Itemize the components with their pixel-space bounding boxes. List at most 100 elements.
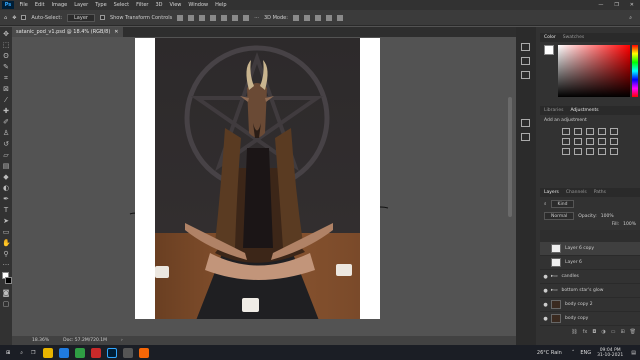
layer-row[interactable]: ● ▸▭ bottom star's glow — [540, 284, 640, 298]
brush-settings-icon[interactable] — [521, 71, 530, 79]
tab-channels[interactable]: Channels — [566, 190, 587, 195]
menu-layer[interactable]: Layer — [71, 2, 92, 8]
mask-icon[interactable]: ◘ — [592, 329, 596, 338]
close-tab-icon[interactable]: ✕ — [114, 29, 118, 35]
healing-tool-icon[interactable]: ✚ — [2, 107, 10, 115]
align-left-icon[interactable] — [177, 14, 184, 21]
align-center-icon[interactable] — [188, 14, 195, 21]
path-select-icon[interactable]: ➤ — [2, 217, 10, 225]
zoom-level[interactable]: 18.36% — [32, 338, 49, 343]
rectangle-tool-icon[interactable]: ▭ — [2, 228, 10, 236]
group-icon[interactable]: ▭ — [611, 329, 616, 338]
auto-select-checkbox[interactable] — [21, 15, 27, 20]
3d-scale-icon[interactable] — [336, 14, 343, 21]
photo-filter-icon[interactable] — [598, 138, 606, 145]
crop-tool-icon[interactable]: ⌗ — [2, 74, 10, 82]
eraser-tool-icon[interactable]: ▱ — [2, 151, 10, 159]
marquee-tool-icon[interactable]: ⬚ — [2, 41, 10, 49]
posterize-icon[interactable] — [574, 148, 582, 155]
align-bottom-icon[interactable] — [232, 14, 239, 21]
type-tool-icon[interactable]: T — [2, 206, 10, 214]
vibrance-icon[interactable] — [610, 128, 618, 135]
tray-chevron-icon[interactable]: ˄ — [572, 350, 575, 356]
layer-row-partial[interactable] — [540, 230, 640, 242]
app-icon[interactable] — [138, 347, 149, 358]
more-tools-icon[interactable]: ··· — [2, 261, 10, 269]
app-icon[interactable] — [74, 347, 85, 358]
curves-icon[interactable] — [586, 128, 594, 135]
levels-icon[interactable] — [574, 128, 582, 135]
maximize-button[interactable]: ❐ — [614, 2, 618, 8]
move-tool-icon[interactable]: ✥ — [12, 15, 16, 21]
quick-select-tool-icon[interactable]: ✎ — [2, 63, 10, 71]
menu-type[interactable]: Type — [92, 2, 110, 8]
new-layer-icon[interactable]: ⊞ — [620, 329, 624, 338]
menu-edit[interactable]: Edit — [31, 2, 48, 8]
tab-paths[interactable]: Paths — [594, 190, 606, 195]
menu-view[interactable]: View — [166, 2, 185, 8]
eye-icon[interactable]: ● — [540, 316, 551, 322]
canvas-area[interactable] — [12, 37, 516, 336]
3d-slide-icon[interactable] — [325, 14, 332, 21]
gradient-tool-icon[interactable]: ▤ — [2, 162, 10, 170]
color-balance-icon[interactable] — [574, 138, 582, 145]
blur-tool-icon[interactable]: ◆ — [2, 173, 10, 181]
more-options-icon[interactable]: ··· — [254, 15, 259, 21]
tab-layers[interactable]: Layers — [544, 190, 559, 195]
tab-color[interactable]: Color — [544, 35, 556, 40]
menu-help[interactable]: Help — [212, 2, 230, 8]
history-brush-icon[interactable]: ↺ — [2, 140, 10, 148]
history-icon[interactable] — [521, 43, 530, 51]
zoom-tool-icon[interactable]: ⚲ — [2, 250, 10, 258]
kind-dropdown[interactable]: Kind — [550, 200, 575, 208]
brightness-icon[interactable] — [562, 128, 570, 135]
eye-icon[interactable]: ● — [540, 302, 551, 308]
threshold-icon[interactable] — [586, 148, 594, 155]
eye-icon[interactable]: ● — [540, 288, 551, 294]
link-icon[interactable]: ⛓ — [571, 329, 577, 338]
foreground-swatch[interactable] — [544, 45, 554, 55]
trash-icon[interactable]: 🗑 — [630, 329, 636, 338]
color-swatches[interactable] — [2, 272, 12, 286]
dodge-tool-icon[interactable]: ◐ — [2, 184, 10, 192]
opacity-value[interactable]: 100% — [601, 214, 614, 219]
search-icon[interactable]: ⌕ — [20, 350, 23, 356]
hue-saturation-icon[interactable] — [562, 138, 570, 145]
layer-row[interactable]: ● body copy 2 — [540, 298, 640, 312]
menu-select[interactable]: Select — [110, 2, 132, 8]
menu-file[interactable]: File — [16, 2, 31, 8]
notifications-icon[interactable]: ▤ — [631, 350, 636, 356]
stamp-tool-icon[interactable]: ♙ — [2, 129, 10, 137]
menu-filter[interactable]: Filter — [133, 2, 152, 8]
layer-row[interactable]: ● body copy — [540, 312, 640, 326]
app-icon[interactable] — [90, 347, 101, 358]
tab-swatches[interactable]: Swatches — [563, 35, 585, 40]
close-button[interactable]: ✕ — [630, 2, 634, 8]
tab-libraries[interactable]: Libraries — [544, 108, 563, 113]
move-tool-icon[interactable]: ✥ — [2, 30, 10, 38]
properties-icon[interactable] — [521, 57, 530, 65]
3d-rotate-icon[interactable] — [292, 14, 299, 21]
layer-row[interactable]: Layer 6 copy — [540, 242, 640, 256]
fx-icon[interactable]: fx — [583, 329, 588, 338]
photoshop-taskbar-icon[interactable] — [106, 347, 117, 358]
app-icon[interactable] — [122, 347, 133, 358]
layer-row[interactable]: ● ▸▭ candles — [540, 270, 640, 284]
hue-slider[interactable] — [632, 45, 638, 97]
tab-adjustments[interactable]: Adjustments — [570, 108, 598, 113]
frame-tool-icon[interactable]: ⊠ — [2, 85, 10, 93]
menu-window[interactable]: Window — [185, 2, 212, 8]
show-transform-checkbox[interactable] — [99, 15, 105, 20]
distribute-icon[interactable] — [243, 14, 250, 21]
vertical-scrollbar[interactable] — [508, 97, 512, 217]
brush-tool-icon[interactable]: ✐ — [2, 118, 10, 126]
edge-icon[interactable] — [58, 347, 69, 358]
status-arrow-icon[interactable]: › — [121, 338, 123, 343]
color-field[interactable] — [558, 45, 630, 97]
3d-roll-icon[interactable] — [303, 14, 310, 21]
document-tab[interactable]: satanic_pod_v1.psd @ 18.4% (RGB/8) ✕ — [12, 27, 123, 37]
blend-mode-dropdown[interactable]: Normal — [544, 212, 575, 220]
weather-widget[interactable]: 26°C Rain — [537, 350, 562, 356]
align-top-icon[interactable] — [210, 14, 217, 21]
lasso-tool-icon[interactable]: ʘ — [2, 52, 10, 60]
